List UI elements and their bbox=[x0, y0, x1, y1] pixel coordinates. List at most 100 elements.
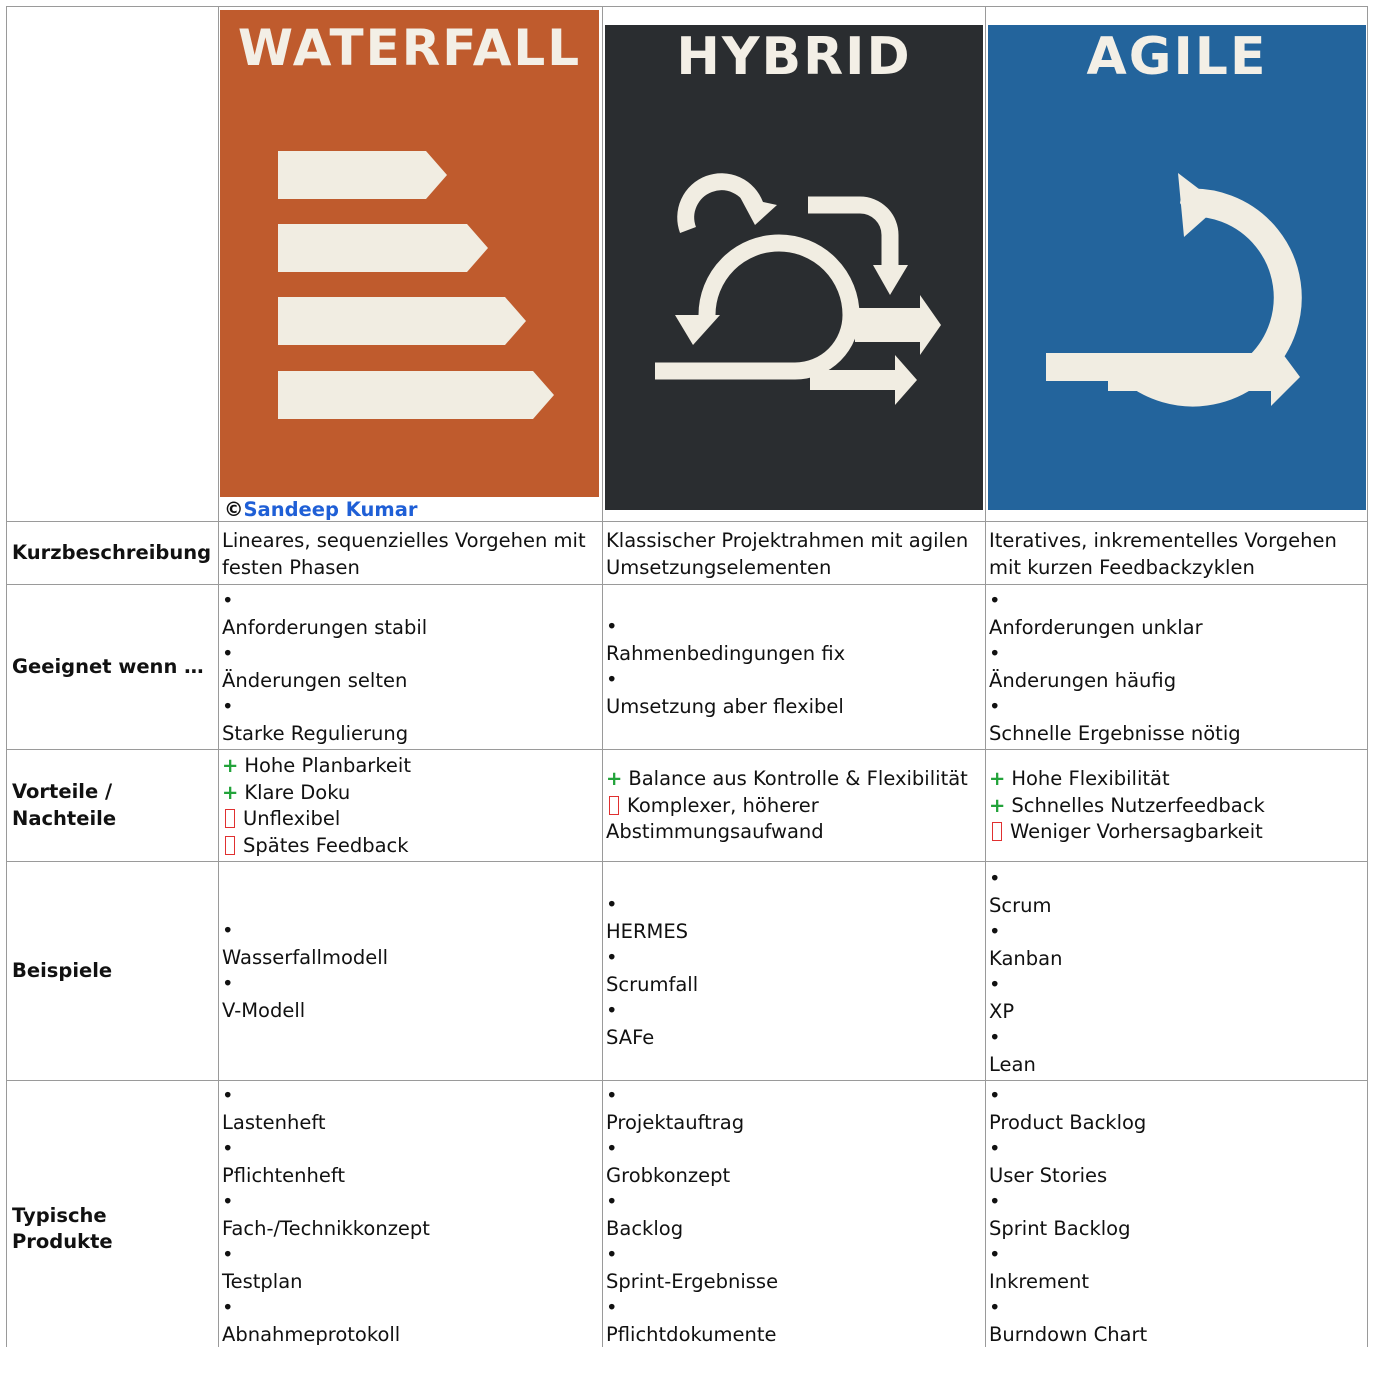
bullet: • bbox=[222, 695, 234, 718]
list-item: Scrum bbox=[989, 893, 1052, 917]
agile-image: AGILE bbox=[988, 25, 1366, 510]
list-item: V-Modell bbox=[222, 998, 306, 1022]
list-item: Burndown Chart bbox=[989, 1322, 1148, 1346]
agile-produkte: • Product Backlog • User Stories • Sprin… bbox=[989, 1083, 1147, 1348]
bullet: • bbox=[989, 695, 1001, 718]
list-item: Sprint Backlog bbox=[989, 1216, 1131, 1240]
bullet: • bbox=[989, 1243, 1001, 1266]
bullet: • bbox=[222, 972, 234, 995]
hybrid-geeignet: • Rahmenbedingungen fix • Umsetzung aber… bbox=[606, 614, 845, 720]
bullet: • bbox=[222, 1296, 234, 1319]
waterfall-produkte: • Lastenheft • Pflichtenheft • Fach-/Tec… bbox=[222, 1083, 430, 1348]
list-item: Product Backlog bbox=[989, 1110, 1147, 1134]
list-item: Umsetzung aber flexibel bbox=[606, 694, 844, 718]
bullet: • bbox=[222, 919, 234, 942]
list-item: Grobkonzept bbox=[606, 1163, 731, 1187]
row-label: Geeignet wenn … bbox=[12, 654, 204, 678]
con-item: Komplexer, höherer bbox=[606, 793, 968, 820]
bullet: • bbox=[989, 1296, 1001, 1319]
bullet: • bbox=[222, 1243, 234, 1266]
list-item: SAFe bbox=[606, 1025, 655, 1049]
bullet: • bbox=[989, 867, 1001, 890]
row-header-vorteile-nachteile: Vorteile / Nachteile bbox=[12, 750, 217, 861]
hybrid-vorteile: + Balance aus Kontrolle & Flexibilität Ko… bbox=[606, 766, 968, 846]
list-item: Pflichtenheft bbox=[222, 1163, 346, 1187]
list-item: Projektauftrag bbox=[606, 1110, 745, 1134]
list-item: Fach-/Technikkonzept bbox=[222, 1216, 430, 1240]
row-header-beispiele: Beispiele bbox=[12, 862, 217, 1080]
plus-icon: + bbox=[989, 793, 1006, 817]
waterfall-kurzbeschreibung: Lineares, sequenzielles Vorgehen mit fes… bbox=[222, 529, 586, 579]
pro-item: + Hohe Flexibilität bbox=[989, 767, 1170, 790]
list-item: Änderungen häufig bbox=[989, 668, 1177, 692]
agile-geeignet: • Anforderungen unklar • Änderungen häuf… bbox=[989, 588, 1241, 747]
plus-icon: + bbox=[222, 754, 239, 777]
hybrid-produkte: • Projektauftrag • Grobkonzept • Backlog… bbox=[606, 1083, 778, 1348]
row-label: Typische bbox=[12, 1203, 107, 1227]
bullet: • bbox=[606, 1296, 618, 1319]
plus-icon: + bbox=[606, 767, 623, 790]
row-label: Beispiele bbox=[12, 958, 113, 982]
waterfall-steps-icon bbox=[278, 151, 554, 419]
list-item: Anforderungen unklar bbox=[989, 615, 1203, 639]
bullet: • bbox=[222, 1190, 234, 1213]
list-item: Rahmenbedingungen fix bbox=[606, 641, 846, 665]
list-item: Änderungen selten bbox=[222, 668, 408, 692]
image-credit: ©Sandeep Kumar bbox=[224, 498, 418, 522]
row-label: Kurzbeschreibung bbox=[12, 540, 212, 564]
minus-icon bbox=[225, 835, 235, 855]
table-border bbox=[602, 6, 603, 1347]
bullet: • bbox=[606, 1137, 618, 1160]
bullet: • bbox=[222, 589, 234, 612]
list-item: Schnelle Ergebnisse nötig bbox=[989, 721, 1241, 745]
waterfall-vorteile: + Hohe Planbarkeit + Klare Doku Unflexibel… bbox=[222, 753, 411, 859]
list-item: Kanban bbox=[989, 946, 1063, 970]
con-item: Unflexibel bbox=[222, 806, 411, 833]
list-item: Testplan bbox=[222, 1269, 303, 1293]
list-item: Starke Regulierung bbox=[222, 721, 409, 745]
bullet: • bbox=[989, 920, 1001, 943]
minus-icon bbox=[609, 795, 619, 815]
plus-icon: + bbox=[989, 767, 1006, 790]
list-item: HERMES bbox=[606, 919, 689, 943]
bullet: • bbox=[989, 973, 1001, 996]
bullet: • bbox=[222, 1084, 234, 1107]
list-item: Lean bbox=[989, 1052, 1036, 1076]
con-item: Weniger Vorhersagbarkeit bbox=[989, 819, 1265, 846]
minus-icon bbox=[225, 809, 235, 828]
hybrid-loops-icon bbox=[655, 173, 941, 405]
bullet: • bbox=[606, 893, 618, 916]
hybrid-kurzbeschreibung: Klassischer Projektrahmen mit agilen Ums… bbox=[606, 529, 969, 579]
list-item: Sprint-Ergebnisse bbox=[606, 1269, 779, 1293]
table-border bbox=[218, 6, 219, 1347]
agile-cycle-icon bbox=[1046, 173, 1302, 407]
list-item: Inkrement bbox=[989, 1269, 1089, 1293]
credit-link[interactable]: Sandeep Kumar bbox=[244, 498, 418, 521]
bullet: • bbox=[989, 589, 1001, 612]
waterfall-geeignet: • Anforderungen stabil • Änderungen selt… bbox=[222, 588, 427, 747]
list-item: Lastenheft bbox=[222, 1110, 326, 1134]
bullet: • bbox=[989, 642, 1001, 665]
plus-icon: + bbox=[222, 780, 239, 804]
pro-item: + Hohe Planbarkeit bbox=[222, 754, 411, 777]
bullet: • bbox=[989, 1137, 1001, 1160]
waterfall-beispiele: • Wasserfallmodell • V-Modell bbox=[222, 918, 388, 1024]
table-border bbox=[1367, 6, 1368, 1347]
list-item: Backlog bbox=[606, 1216, 684, 1240]
row-header-geeignet: Geeignet wenn … bbox=[12, 585, 217, 749]
pro-item: + Balance aus Kontrolle & Flexibilität bbox=[606, 767, 968, 790]
con-item-continued: Abstimmungsaufwand bbox=[606, 820, 824, 843]
row-label: Vorteile / bbox=[12, 780, 113, 803]
bullet: • bbox=[989, 1190, 1001, 1213]
list-item: Abnahmeprotokoll bbox=[222, 1322, 401, 1346]
bullet: • bbox=[989, 1084, 1001, 1107]
table-border bbox=[6, 6, 7, 1347]
agile-kurzbeschreibung: Iteratives, inkrementelles Vorgehen mit … bbox=[989, 529, 1337, 579]
bullet: • bbox=[222, 1137, 234, 1160]
bullet: • bbox=[606, 1084, 618, 1107]
bullet: • bbox=[606, 668, 618, 691]
row-label: Produkte bbox=[12, 1230, 113, 1253]
list-item: Scrumfall bbox=[606, 972, 699, 996]
hybrid-beispiele: • HERMES • Scrumfall • SAFe bbox=[606, 892, 698, 1051]
bullet: • bbox=[606, 946, 618, 969]
